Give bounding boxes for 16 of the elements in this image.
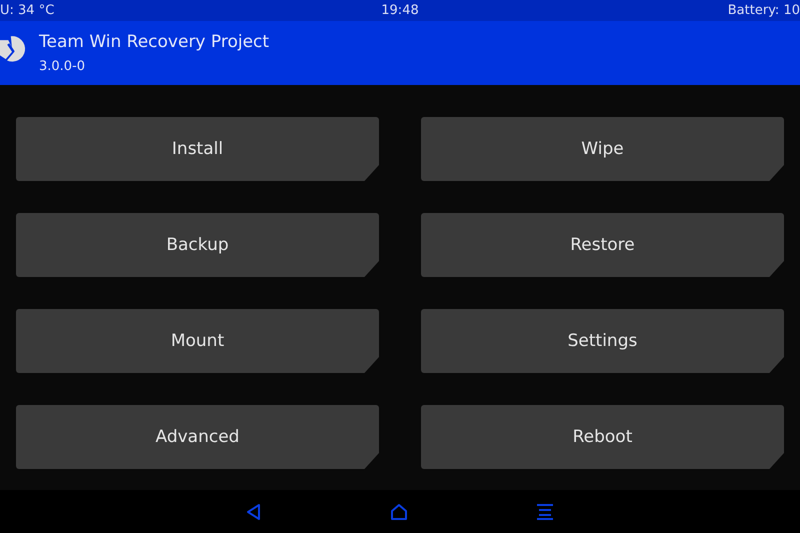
version-text: 3.0.0-0 [39, 59, 86, 74]
menu-button[interactable]: Advanced [16, 405, 379, 469]
menu-icon[interactable] [536, 504, 554, 520]
menu-button[interactable]: Mount [16, 309, 379, 373]
menu-button[interactable]: Install [16, 117, 379, 181]
clock-text: 19:48 [381, 3, 419, 18]
menu-button[interactable]: Backup [16, 213, 379, 277]
home-icon[interactable] [390, 502, 408, 520]
menu-button[interactable]: Reboot [421, 405, 784, 469]
temperature-text: U: 34 °C [0, 3, 54, 18]
battery-text: Battery: 10 [728, 3, 800, 18]
back-icon[interactable] [246, 502, 262, 520]
menu-button[interactable]: Settings [421, 309, 784, 373]
menu-button[interactable]: Restore [421, 213, 784, 277]
app-title: Team Win Recovery Project [39, 32, 270, 52]
menu-button[interactable]: Wipe [421, 117, 784, 181]
